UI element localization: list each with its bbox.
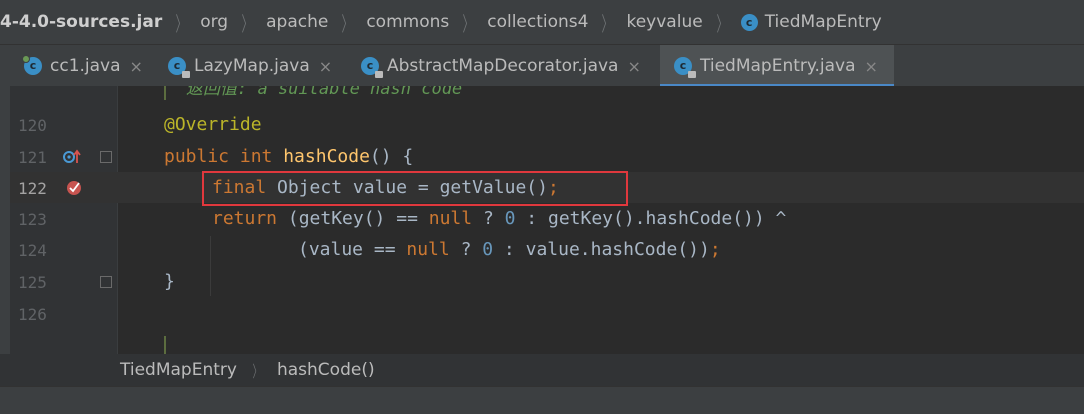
chevron-right-icon: 〉 [716, 11, 728, 36]
breadcrumb-class[interactable]: c TiedMapEntry [740, 12, 882, 32]
code-line-123: return (getKey() == null ? 0 : getKey().… [212, 208, 787, 229]
class-icon: c [168, 57, 190, 78]
code-line-125: } [164, 271, 175, 292]
chevron-right-icon: 〉 [601, 11, 613, 36]
close-icon[interactable]: × [627, 57, 640, 76]
tab-label: cc1.java [50, 56, 121, 76]
structure-breadcrumb: TiedMapEntry 〉 hashCode() [0, 354, 1084, 386]
class-icon: c [361, 57, 383, 78]
breadcrumb-jar[interactable]: 4-4.0-sources.jar [0, 12, 162, 32]
chevron-right-icon: 〉 [241, 11, 253, 36]
line-number: 123 [18, 210, 47, 229]
lock-icon [375, 71, 383, 78]
close-icon[interactable]: × [865, 57, 878, 76]
chevron-right-icon: 〉 [341, 11, 353, 36]
left-tool-strip [0, 86, 10, 354]
line-number: 126 [18, 305, 47, 324]
breadcrumb-collections4[interactable]: collections4 [487, 12, 588, 32]
lock-icon [688, 71, 696, 78]
breadcrumb-commons[interactable]: commons [366, 12, 449, 32]
code-line-120: @Override [164, 114, 262, 135]
line-number: 122 [18, 179, 47, 198]
tab-lazymap[interactable]: c LazyMap.java × [168, 45, 332, 87]
code-editor[interactable]: 返回值: a suitable hash code 120 121 122 12… [0, 86, 1084, 354]
breakpoint-icon[interactable] [65, 178, 85, 198]
tab-label: LazyMap.java [194, 56, 310, 76]
tab-cc1[interactable]: c cc1.java × [22, 45, 143, 87]
class-icon: c [22, 55, 42, 75]
bottom-panel [0, 386, 1084, 414]
line-number: 120 [18, 116, 47, 135]
highlight-box [202, 171, 628, 206]
breadcrumb-keyvalue[interactable]: keyvalue [626, 12, 702, 32]
fold-icon[interactable] [100, 151, 112, 163]
tab-tiedmapentry[interactable]: c TiedMapEntry.java × [660, 45, 894, 87]
tab-label: TiedMapEntry.java [700, 56, 856, 76]
breadcrumb-class-label: TiedMapEntry [764, 12, 882, 32]
chevron-right-icon: 〉 [175, 11, 187, 36]
code-line-124: (value == null ? 0 : value.hashCode()); [298, 239, 721, 260]
overrides-method-icon[interactable] [62, 148, 82, 166]
close-icon[interactable]: × [130, 57, 143, 76]
tab-abstractmapdecorator[interactable]: c AbstractMapDecorator.java × [361, 45, 641, 87]
close-icon[interactable]: × [319, 57, 332, 76]
code-line-121: public int hashCode() { [164, 146, 414, 167]
fold-icon[interactable] [100, 276, 112, 288]
editor-tab-bar: c cc1.java × c LazyMap.java × c Abstract… [0, 44, 1084, 87]
doc-comment: 返回值: a suitable hash code [186, 86, 463, 99]
navigation-breadcrumb: 4-4.0-sources.jar 〉 org 〉 apache 〉 commo… [0, 0, 1084, 44]
structure-class[interactable]: TiedMapEntry [120, 360, 237, 380]
lock-icon [182, 71, 190, 78]
tab-label: AbstractMapDecorator.java [387, 56, 619, 76]
line-number: 121 [18, 148, 47, 167]
breadcrumb-org[interactable]: org [200, 12, 228, 32]
chevron-right-icon: 〉 [252, 362, 262, 381]
line-number: 125 [18, 273, 47, 292]
class-icon: c [740, 13, 758, 31]
breadcrumb-apache[interactable]: apache [266, 12, 328, 32]
line-number: 124 [18, 241, 47, 260]
structure-method[interactable]: hashCode() [277, 360, 375, 380]
chevron-right-icon: 〉 [462, 11, 474, 36]
class-icon: c [674, 57, 696, 78]
